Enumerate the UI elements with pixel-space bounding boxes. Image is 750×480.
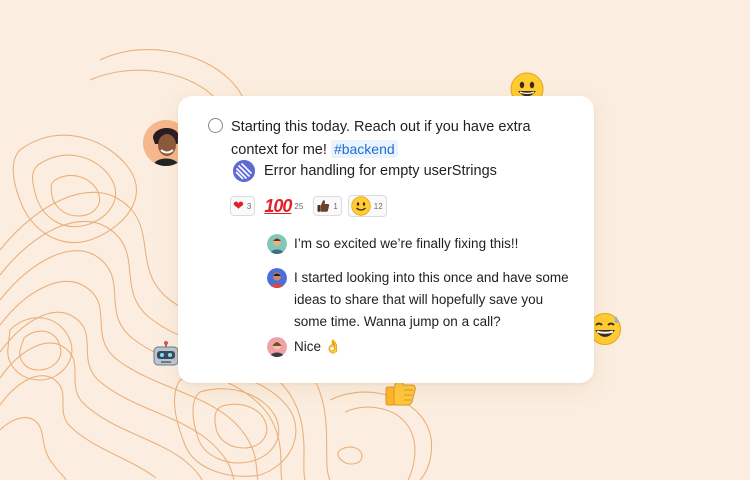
comment-text: Nice 👌 bbox=[294, 339, 342, 354]
reaction-hundred[interactable]: 100 25 bbox=[261, 196, 307, 216]
commenter-avatar[interactable] bbox=[267, 268, 287, 288]
reaction-count: 1 bbox=[333, 201, 338, 211]
smiley-icon bbox=[351, 196, 371, 216]
issue-title: Error handling for empty userStrings bbox=[264, 163, 497, 179]
task-description: Starting this today. Reach out if you ha… bbox=[231, 116, 576, 162]
comment-text: I’m so excited we’re finally fixing this… bbox=[294, 236, 519, 251]
comment-text: I started looking into this once and hav… bbox=[294, 270, 569, 329]
commenter-avatar[interactable] bbox=[267, 337, 287, 357]
task-checkbox[interactable] bbox=[208, 118, 223, 133]
reaction-count: 12 bbox=[373, 201, 383, 211]
task-card: Starting this today. Reach out if you ha… bbox=[178, 96, 594, 383]
reaction-count: 25 bbox=[294, 201, 304, 211]
linear-logo-icon bbox=[233, 160, 255, 182]
comment-item: I’m so excited we’re finally fixing this… bbox=[267, 233, 574, 255]
reaction-smiley[interactable]: 12 bbox=[347, 195, 387, 217]
commenter-avatar[interactable] bbox=[267, 234, 287, 254]
heart-icon: ❤ bbox=[233, 198, 244, 214]
reactions-bar: ❤ 3 100 25 1 12 bbox=[230, 195, 387, 217]
reaction-count: 3 bbox=[246, 201, 252, 211]
hundred-icon: 100 bbox=[264, 195, 292, 216]
robot-icon bbox=[151, 340, 181, 370]
linked-issue[interactable]: Error handling for empty userStrings bbox=[233, 160, 497, 182]
comment-item: Nice 👌 bbox=[267, 336, 574, 358]
comment-item: I started looking into this once and hav… bbox=[267, 267, 574, 333]
reaction-heart[interactable]: ❤ 3 bbox=[230, 196, 256, 216]
tag-backend[interactable]: #backend bbox=[330, 140, 398, 158]
thumbs-up-dark-icon bbox=[316, 199, 330, 213]
reaction-thumbs-up[interactable]: 1 bbox=[313, 196, 342, 216]
